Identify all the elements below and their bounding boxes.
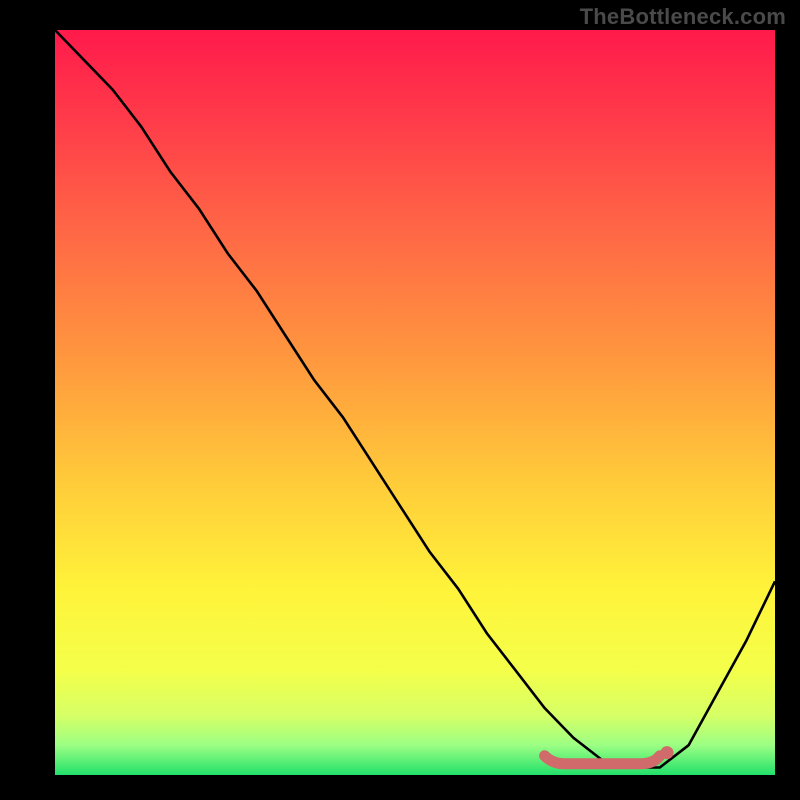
watermark-text: TheBottleneck.com (580, 4, 786, 30)
optimal-range-end-dot (661, 746, 674, 759)
plot-gradient-background (55, 30, 775, 775)
chart-frame: TheBottleneck.com (0, 0, 800, 800)
bottleneck-chart (0, 0, 800, 800)
